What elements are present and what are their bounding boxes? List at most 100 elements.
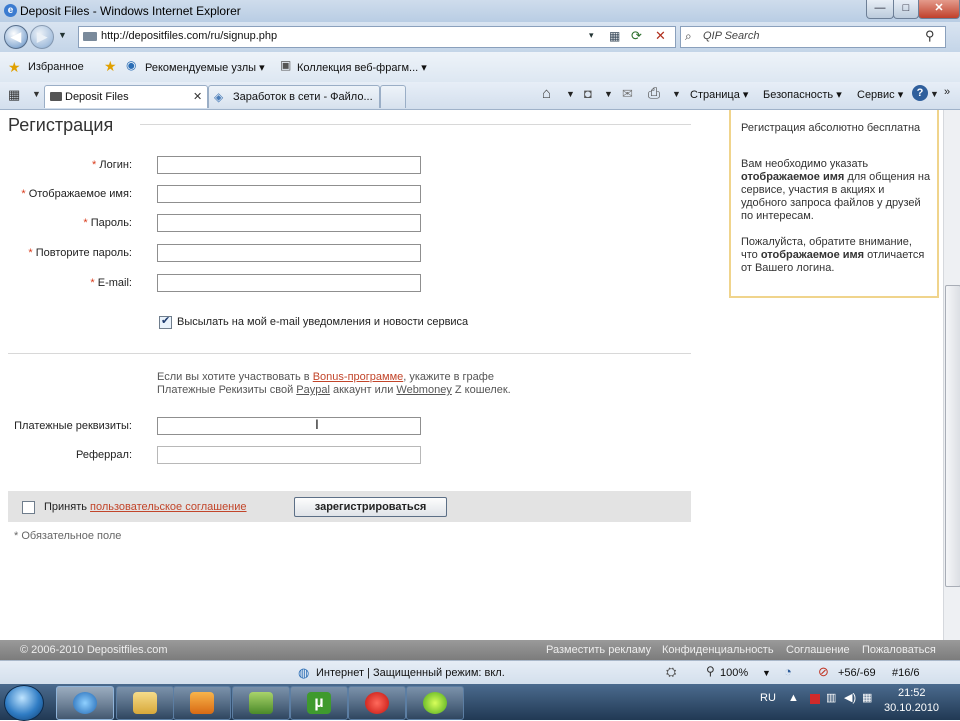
app-icon	[249, 692, 273, 714]
footer-link-agreement[interactable]: Соглашение	[786, 644, 850, 656]
tab-zarabotok[interactable]: ◈ Заработок в сети - Файло...	[208, 85, 380, 108]
ie-logo-icon: e	[4, 4, 17, 17]
read-mail-icon[interactable]: ✉	[622, 86, 633, 102]
footer-link-advertising[interactable]: Разместить рекламу	[546, 644, 651, 656]
counter-text: +56/-69	[838, 667, 876, 679]
security-zone-text[interactable]: Интернет | Защищенный режим: вкл.	[316, 667, 505, 679]
magnifier-icon[interactable]: ⚲	[706, 664, 715, 678]
register-button[interactable]: зарегистрироваться	[294, 497, 447, 517]
safety-menu[interactable]: Безопасность ▾	[763, 88, 842, 101]
user-agreement-link[interactable]: пользовательское соглашение	[90, 501, 247, 513]
home-icon[interactable]: ⌂	[542, 85, 551, 102]
tray-icon-red[interactable]	[810, 694, 820, 704]
payment-input[interactable]	[157, 417, 421, 435]
opera-icon	[365, 692, 389, 714]
status-bar: ◍ Интернет | Защищенный режим: вкл. ⛭ ⚲ …	[0, 660, 960, 685]
taskbar-explorer-button[interactable]	[116, 686, 174, 720]
bonus-program-link[interactable]: Bonus-программе	[313, 371, 404, 383]
web-slice-gallery-link[interactable]: Коллекция веб-фрагм... ▾	[297, 61, 427, 74]
scrollbar-thumb[interactable]	[945, 285, 960, 587]
taskbar-app-button[interactable]	[232, 686, 290, 720]
paypal-link[interactable]: Paypal	[296, 384, 330, 396]
volume-icon[interactable]: ◀)	[844, 691, 856, 704]
stop-sign-icon[interactable]: ⊘	[818, 664, 829, 680]
back-button[interactable]: ◀	[4, 25, 28, 49]
address-bar[interactable]: http://depositfiles.com/ru/signup.php ▾ …	[78, 26, 676, 48]
suggested-sites-link[interactable]: Рекомендуемые узлы ▾	[145, 61, 265, 74]
address-url: http://depositfiles.com/ru/signup.php	[101, 30, 278, 42]
new-tab-button[interactable]	[380, 85, 406, 108]
ie-icon	[73, 692, 97, 714]
taskbar-ie-button[interactable]	[56, 686, 114, 720]
login-input[interactable]	[157, 156, 421, 174]
taskbar-icq-button[interactable]	[406, 686, 464, 720]
tab-list-dropdown-icon[interactable]: ▼	[32, 89, 41, 99]
vertical-scrollbar[interactable]	[943, 110, 960, 640]
required-mark: *	[83, 217, 88, 229]
clock-time[interactable]: 21:52	[898, 687, 926, 699]
stop-icon[interactable]: ✕	[655, 28, 666, 44]
home-dropdown-icon[interactable]: ▼	[566, 89, 575, 99]
minimize-button[interactable]: —	[866, 0, 894, 19]
windows-taskbar: µ RU ▲ ▥ ◀) ▦ 21:52 30.10.2010	[0, 684, 960, 721]
quick-tabs-icon[interactable]: ▦	[8, 87, 20, 103]
address-dropdown-icon[interactable]: ▾	[589, 30, 594, 41]
network-icon[interactable]: ▥	[826, 691, 836, 704]
print-icon[interactable]: ⎙	[648, 85, 660, 102]
tools-menu[interactable]: Сервис ▾	[857, 88, 903, 101]
repeat-password-label: * Повторите пароль:	[28, 247, 132, 259]
tab-deposit-files[interactable]: Deposit Files ✕	[44, 85, 208, 108]
add-favorite-icon[interactable]: ★	[104, 58, 117, 75]
page-icon	[83, 32, 97, 41]
folder-icon	[133, 692, 157, 714]
required-mark: *	[90, 277, 95, 289]
zoom-level[interactable]: 100%	[720, 667, 748, 679]
chevron-right-icon[interactable]: »	[944, 86, 950, 98]
zoom-dropdown-icon[interactable]: ▼	[762, 668, 771, 678]
webmoney-link[interactable]: Webmoney	[396, 384, 451, 396]
footer-link-privacy[interactable]: Конфиденциальность	[662, 644, 774, 656]
protected-mode-icon[interactable]: ⛭	[666, 664, 676, 680]
required-note: * Обязательное поле	[14, 530, 122, 542]
help-icon[interactable]: ?	[912, 85, 928, 101]
close-button[interactable]: ✕	[918, 0, 960, 19]
close-tab-icon[interactable]: ✕	[193, 90, 202, 103]
tab-counter-text: #16/6	[892, 667, 920, 679]
tray-arrow-icon[interactable]: ▲	[788, 692, 799, 704]
taskbar-utorrent-button[interactable]: µ	[290, 686, 348, 720]
feeds-dropdown-icon[interactable]: ▼	[604, 89, 613, 99]
email-input[interactable]	[157, 274, 421, 292]
history-dropdown-icon[interactable]: ▼	[58, 30, 67, 40]
feeds-icon[interactable]: ◘	[584, 86, 592, 101]
start-button[interactable]	[4, 685, 44, 721]
taskbar-opera-button[interactable]	[348, 686, 406, 720]
help-dropdown-icon[interactable]: ▼	[930, 89, 939, 99]
print-dropdown-icon[interactable]: ▼	[672, 89, 681, 99]
accept-terms-checkbox[interactable]	[22, 501, 35, 514]
display-name-label: * Отображаемое имя:	[21, 188, 132, 200]
password-input[interactable]	[157, 214, 421, 232]
footer-link-report[interactable]: Пожаловаться	[862, 644, 936, 656]
web-slice-icon: ▣	[280, 58, 292, 72]
forward-button[interactable]: ▶	[30, 25, 54, 49]
form-divider	[8, 353, 691, 354]
utorrent-icon: µ	[307, 692, 331, 714]
copyright-text: © 2006-2010 Depositfiles.com	[20, 644, 168, 656]
taskbar-media-button[interactable]	[173, 686, 231, 720]
clock-date[interactable]: 30.10.2010	[884, 702, 939, 714]
refresh-icon[interactable]: ⟳	[631, 28, 642, 44]
search-icon[interactable]: ⚲	[925, 28, 935, 44]
qip-icon[interactable]: ◔	[784, 664, 792, 679]
repeat-password-input[interactable]	[157, 244, 421, 262]
referral-label: Реферрал:	[76, 449, 132, 461]
favorites-button[interactable]: Избранное	[28, 61, 84, 73]
notify-checkbox[interactable]	[159, 314, 172, 329]
maximize-button[interactable]: □	[893, 0, 919, 19]
display-name-input[interactable]	[157, 185, 421, 203]
compatibility-icon[interactable]: ▦	[609, 29, 620, 43]
page-menu[interactable]: Страница ▾	[690, 88, 748, 101]
search-box[interactable]: ⌕ QIP Search ⚲	[680, 26, 946, 48]
referral-input[interactable]	[157, 446, 421, 464]
language-indicator[interactable]: RU	[760, 692, 776, 704]
tray-icon-a[interactable]: ▦	[862, 691, 872, 704]
